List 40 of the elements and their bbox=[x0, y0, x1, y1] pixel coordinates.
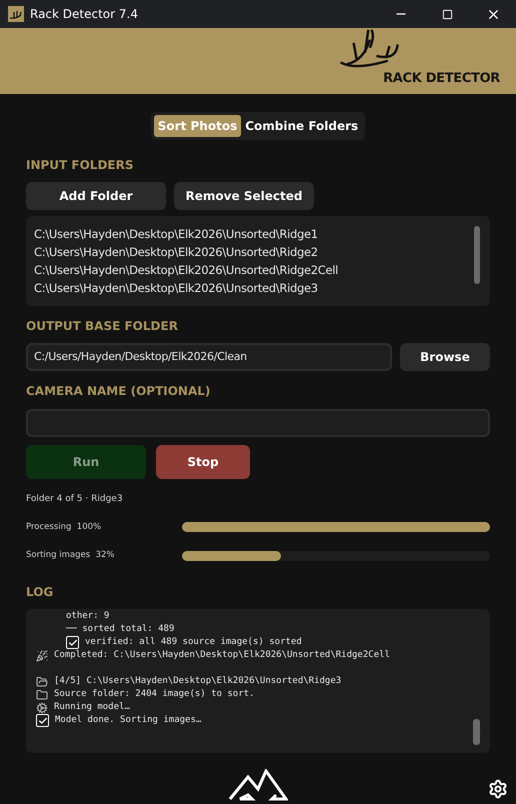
camera-name-field[interactable] bbox=[26, 409, 490, 437]
folder-path[interactable]: C:\Users\Hayden\Desktop\Elk2026\Unsorted\Ridge2 bbox=[34, 243, 490, 261]
folder-icon bbox=[36, 676, 48, 688]
toolbar-button[interactable]: Add Folder bbox=[26, 182, 166, 210]
checkbox-icon bbox=[36, 714, 49, 727]
log-line: Model done. Sorting images… bbox=[55, 714, 202, 727]
folder-icon bbox=[36, 688, 48, 700]
browse-button[interactable]: Browse bbox=[400, 343, 490, 371]
toolbar-button[interactable]: Remove Selected bbox=[174, 182, 314, 210]
logo-text: RACK DETECTOR bbox=[383, 70, 500, 88]
gear-icon bbox=[36, 702, 48, 714]
log-line: ── sorted total: 489 bbox=[66, 622, 174, 636]
window-title: Rack Detector 7.4 bbox=[30, 6, 138, 23]
scrollbar-thumb[interactable] bbox=[474, 226, 480, 284]
folder-path[interactable]: C:\Users\Hayden\Desktop\Elk2026\Unsorted\Ridge1 bbox=[34, 225, 490, 243]
progress-label: Processing 100% bbox=[26, 520, 102, 534]
scrollbar-thumb[interactable] bbox=[473, 719, 480, 745]
section-heading: INPUT FOLDERS bbox=[26, 157, 134, 174]
section-heading: CAMERA NAME (OPTIONAL) bbox=[26, 383, 212, 400]
antler-icon bbox=[8, 6, 24, 22]
progress-label: Sorting images 32% bbox=[26, 549, 116, 562]
folder-path[interactable]: C:\Users\Hayden\Desktop\Elk2026\Unsorted\Ridge3 bbox=[34, 279, 490, 297]
section-heading: LOG bbox=[26, 584, 54, 601]
log-line: [4/5] C:\Users\Hayden\Desktop\Elk2026\Unsorted\Ridge3 bbox=[54, 674, 342, 688]
output-folder-field[interactable]: C:/Users/Hayden/Desktop/Elk2026/Clean bbox=[26, 343, 392, 371]
log-line: other: 9 bbox=[66, 610, 110, 623]
party-popper-icon bbox=[36, 650, 48, 662]
stop-button[interactable]: Stop bbox=[156, 445, 250, 479]
settings-button[interactable] bbox=[488, 779, 508, 799]
mountain-logo-icon bbox=[228, 769, 288, 801]
tab[interactable]: Combine Folders bbox=[241, 115, 362, 137]
folder-path[interactable]: C:\Users\Hayden\Desktop\Elk2026\Unsorted\Ridge2Cell bbox=[34, 261, 490, 279]
maximize-icon bbox=[442, 8, 452, 20]
log-line: Source folder: 2404 image(s) to sort. bbox=[54, 688, 254, 701]
checkbox-icon bbox=[66, 636, 79, 649]
status-text: Folder 4 of 5 · Ridge3 bbox=[26, 493, 124, 506]
log-line: Running model… bbox=[54, 700, 130, 714]
log-line: Completed: C:\Users\Hayden\Desktop\Elk2026\Unsorted\Ridge2Cell bbox=[54, 648, 390, 662]
section-heading: OUTPUT BASE FOLDER bbox=[26, 318, 179, 335]
log-line: verified: all 489 source image(s) sorted bbox=[85, 636, 302, 649]
